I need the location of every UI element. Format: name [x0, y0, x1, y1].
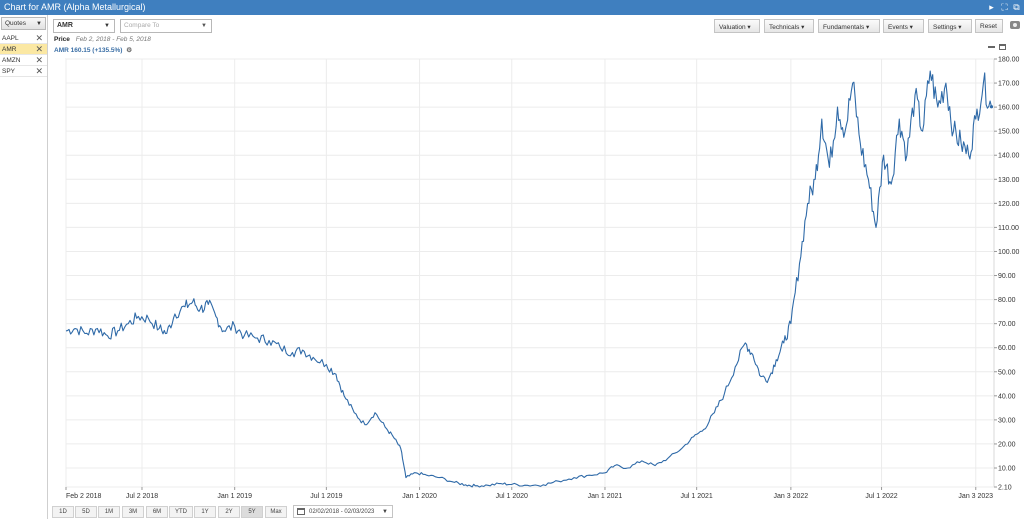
range-label: 1D [59, 509, 67, 515]
y-tick-label: 2.10 [998, 485, 1012, 492]
calendar-icon [297, 508, 305, 515]
range-label: YTD [175, 509, 187, 515]
range-label: 1M [104, 509, 114, 515]
y-tick-label: 180.00 [998, 57, 1020, 64]
y-tick-label: 170.00 [998, 81, 1020, 88]
price-chart[interactable]: 2.10 10.00 20.00 30.00 40.00 50.00 60.00 70.00 8… [0, 0, 1024, 519]
range-1m-button[interactable]: 1M [98, 506, 120, 518]
date-range-text: 02/02/2018 - 02/03/2023 [309, 509, 375, 515]
x-tick-label: Jul 1 2020 [496, 493, 528, 500]
minimize-icon[interactable] [988, 46, 996, 49]
plot-area [65, 58, 995, 488]
x-tick-label: Jan 3 2022 [774, 493, 809, 500]
y-tick-label: 100.00 [998, 249, 1020, 256]
range-ytd-button[interactable]: YTD [169, 506, 193, 518]
y-tick-label: 150.00 [998, 129, 1020, 136]
y-tick-label: 160.00 [998, 105, 1020, 112]
x-tick-label: Jan 1 2021 [588, 493, 623, 500]
range-label: 2Y [225, 509, 233, 515]
range-5y-button[interactable]: 5Y [241, 506, 263, 518]
x-tick-label: Feb 2 2018 [66, 493, 102, 500]
date-range-picker[interactable]: 02/02/2018 - 02/03/2023 ▼ [293, 505, 393, 518]
x-tick-label: Jul 1 2019 [310, 493, 342, 500]
range-max-button[interactable]: Max [265, 506, 287, 518]
x-tick-label: Jul 2 2018 [126, 493, 158, 500]
range-label: 6M [152, 509, 162, 515]
y-tick-label: 10.00 [998, 465, 1016, 472]
y-tick-label: 80.00 [998, 297, 1016, 304]
range-2y-button[interactable]: 2Y [218, 506, 240, 518]
range-label: 5D [82, 509, 90, 515]
range-label: 1Y [201, 509, 209, 515]
range-3m-button[interactable]: 3M [122, 506, 144, 518]
y-tick-label: 70.00 [998, 321, 1016, 328]
y-tick-label: 40.00 [998, 393, 1016, 400]
x-tick-label: Jul 1 2021 [680, 493, 712, 500]
range-1y-button[interactable]: 1Y [194, 506, 216, 518]
y-tick-label: 60.00 [998, 345, 1016, 352]
x-tick-label: Jan 3 2023 [958, 493, 993, 500]
x-tick-label: Jul 1 2022 [865, 493, 897, 500]
maximize-icon[interactable] [999, 44, 1006, 51]
y-tick-label: 120.00 [998, 201, 1020, 208]
y-tick-label: 130.00 [998, 177, 1020, 184]
range-label: 3M [128, 509, 138, 515]
y-tick-label: 30.00 [998, 417, 1016, 424]
y-tick-label: 90.00 [998, 273, 1016, 280]
y-tick-label: 110.00 [998, 225, 1019, 232]
pane-controls [988, 44, 1006, 51]
y-tick-label: 50.00 [998, 369, 1016, 376]
range-5d-button[interactable]: 5D [75, 506, 97, 518]
x-tick-label: Jan 1 2019 [217, 493, 252, 500]
y-tick-label: 140.00 [998, 153, 1020, 160]
range-6m-button[interactable]: 6M [146, 506, 168, 518]
range-label: 5Y [248, 509, 256, 515]
range-label: Max [270, 509, 282, 515]
chevron-down-icon: ▼ [382, 509, 388, 515]
x-tick-label: Jan 1 2020 [402, 493, 437, 500]
last-price-point [989, 105, 994, 109]
y-tick-label: 20.00 [998, 441, 1016, 448]
range-1d-button[interactable]: 1D [52, 506, 74, 518]
